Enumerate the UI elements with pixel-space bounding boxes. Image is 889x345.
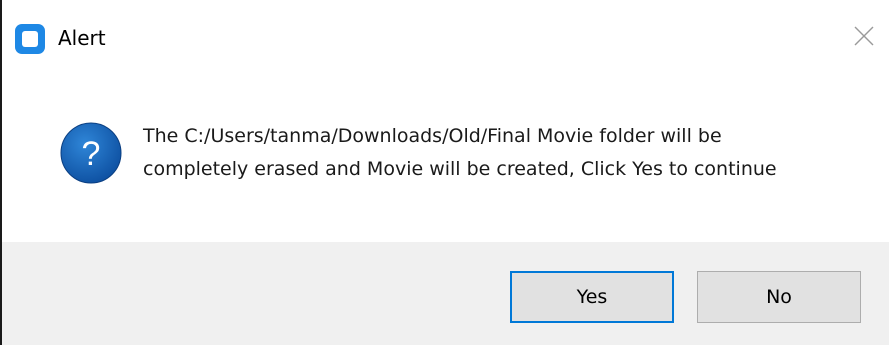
alert-dialog: Alert ? The C:/Users/tanma/Downloads/Old…: [0, 0, 889, 345]
app-logo-icon: [14, 23, 46, 55]
svg-text:?: ?: [82, 135, 101, 173]
close-button[interactable]: [848, 22, 880, 54]
close-icon: [853, 25, 875, 51]
no-button[interactable]: No: [697, 271, 861, 323]
window-title: Alert: [58, 26, 106, 50]
alert-message: The C:/Users/tanma/Downloads/Old/Final M…: [143, 125, 777, 180]
dialog-content: ? The C:/Users/tanma/Downloads/Old/Final…: [2, 76, 889, 242]
question-icon: ?: [59, 121, 123, 185]
yes-button[interactable]: Yes: [510, 271, 674, 323]
title-bar: Alert: [2, 0, 889, 76]
